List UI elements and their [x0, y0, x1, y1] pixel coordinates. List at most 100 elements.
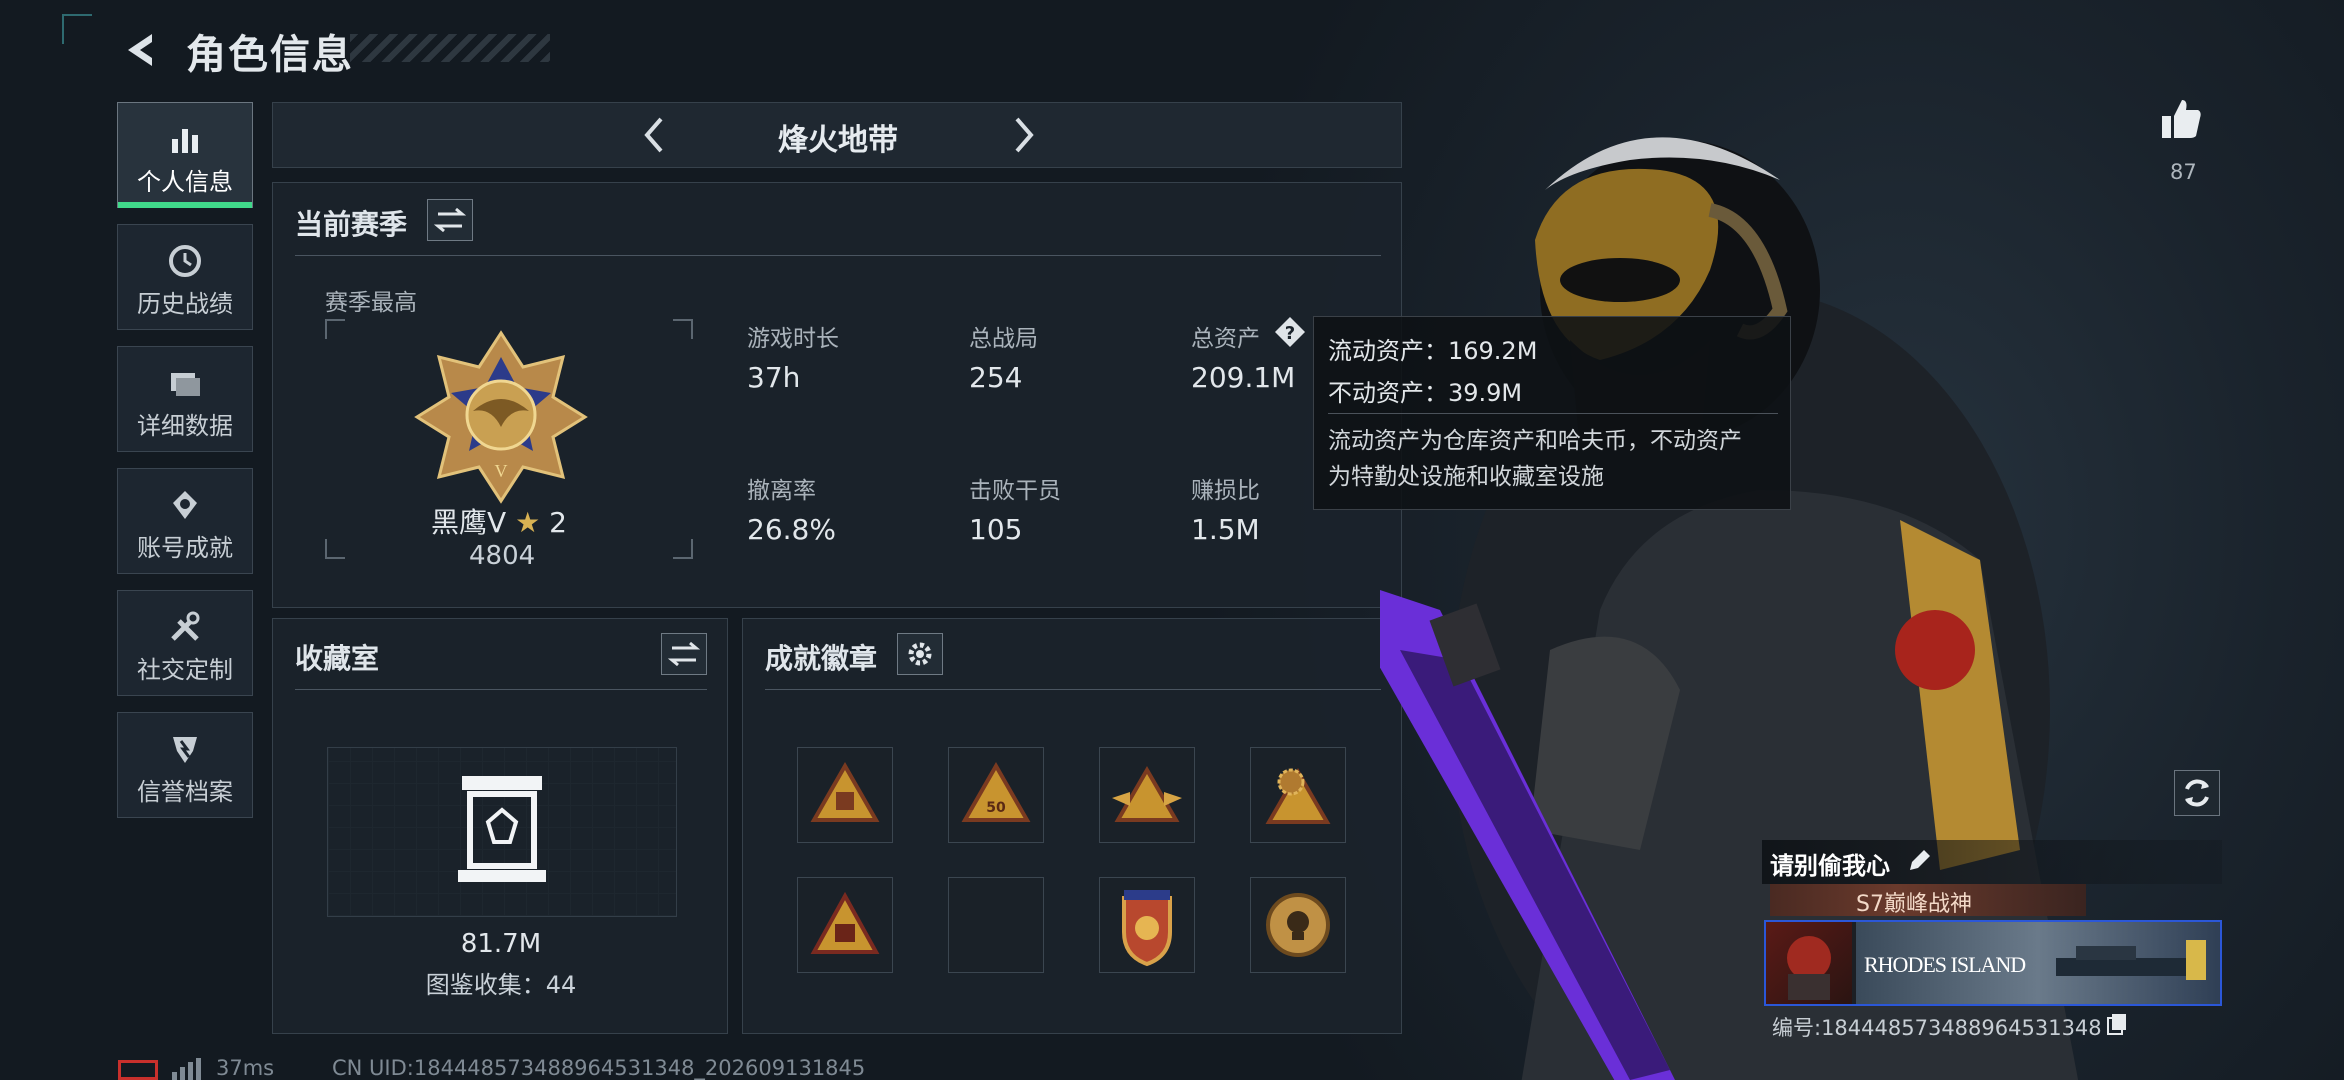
gear-icon [908, 642, 932, 666]
rank-row: 黑鹰V ★ 2 [431, 501, 567, 541]
winged-pyramid-badge-icon [1112, 766, 1182, 822]
pyramid-badge-icon [810, 761, 880, 822]
sidebar-item-label: 历史战绩 [137, 290, 233, 318]
shield-icon [173, 737, 197, 763]
shield-crest-badge-icon [1122, 890, 1172, 967]
tooltip-fixed-assets: 不动资产：39.9M [1328, 379, 1523, 407]
player-name: 请别偷我心 [1770, 852, 1890, 880]
badge-slot[interactable] [1250, 877, 1346, 973]
next-mode-chevron-right-icon[interactable] [1001, 113, 1045, 157]
divider [1328, 413, 1778, 414]
sidebar-item-label: 详细数据 [137, 412, 233, 440]
title-decoration [350, 34, 550, 62]
tooltip-desc-line1: 流动资产为仓库资产和哈夫币，不动资产 [1328, 428, 1742, 454]
swap-icon [433, 207, 467, 233]
frame-corner [673, 319, 693, 339]
achievement-icon [173, 491, 197, 519]
collection-room-card[interactable] [327, 747, 677, 917]
svg-text:V: V [495, 461, 508, 481]
player-name-row: 请别偷我心 [1762, 840, 2222, 884]
mode-tabbar: 烽火地带 [272, 102, 1402, 168]
player-avatar [1766, 922, 1852, 1004]
badge-slot[interactable]: 50 [948, 747, 1044, 843]
banner-title: S7巅峰战神 [1856, 892, 1972, 917]
collection-panel: 收藏室 81.7M 图鉴收集：44 [272, 618, 728, 1034]
badge-slot[interactable] [1099, 877, 1195, 973]
player-name-card[interactable]: RHODES ISLAND [1764, 920, 2222, 1006]
stat-label: 赚损比 [1191, 478, 1260, 504]
divider [295, 689, 707, 690]
tooltip-liquid-assets: 流动资产：169.2M [1328, 337, 1538, 365]
sidebar-item-details[interactable]: 详细数据 [117, 346, 253, 452]
frame-corner [325, 319, 345, 339]
collection-swap-button[interactable] [661, 633, 707, 675]
stat-label: 击败干员 [969, 478, 1061, 504]
collection-title: 收藏室 [295, 642, 380, 675]
stat-label: 撤离率 [747, 478, 816, 504]
tools-icon [171, 611, 200, 641]
swap-icon [667, 641, 701, 667]
assets-tooltip: 流动资产：169.2M 不动资产：39.9M 流动资产为仓库资产和哈夫币，不动资… [1313, 316, 1791, 510]
season-swap-button[interactable] [427, 199, 473, 241]
rank-name: 黑鹰V [431, 506, 507, 539]
card-art: RHODES ISLAND [1856, 922, 2220, 1004]
vault-pyramid-badge-icon [810, 891, 880, 954]
sidebar-item-label: 个人信息 [137, 168, 233, 196]
badges-panel: 成就徽章 50 [742, 618, 1402, 1034]
display-case-icon [458, 776, 546, 882]
pyramid-50-badge-icon: 50 [961, 761, 1031, 822]
badge-slot[interactable] [797, 877, 893, 973]
sidebar-item-label: 账号成就 [137, 534, 233, 562]
star-icon: ★ [515, 506, 541, 539]
stat-label: 总战局 [969, 326, 1038, 352]
rotate-button[interactable] [2174, 770, 2220, 816]
signal-icon [172, 1058, 201, 1080]
stat-label: 总资产 [1191, 326, 1260, 352]
edit-pencil-icon[interactable] [1906, 848, 1932, 874]
player-id: 编号:18444857348896453134​8 [1772, 1016, 2102, 1040]
svg-text:?: ? [1285, 323, 1295, 344]
help-icon[interactable]: ? [1273, 315, 1307, 349]
thumbs-up-icon[interactable] [2158, 96, 2204, 142]
badge-slot[interactable] [1250, 747, 1346, 843]
like-count: 87 [2170, 160, 2197, 184]
battery-icon [118, 1060, 158, 1080]
clock-icon [169, 245, 201, 277]
tooltip-desc-line2: 为特勤处设施和收藏室设施 [1328, 464, 1604, 490]
sidebar-item-personal-info[interactable]: 个人信息 [117, 102, 253, 208]
stat-value: 209.1M [1191, 361, 1296, 394]
divider [765, 689, 1381, 690]
badge-slot[interactable] [797, 747, 893, 843]
stat-value: 105 [969, 513, 1023, 546]
badges-title: 成就徽章 [765, 642, 878, 675]
rank-stars: 2 [549, 506, 567, 539]
black-hawk-rank-emblem-icon: V [414, 330, 588, 504]
sidebar-item-social[interactable]: 社交定制 [117, 590, 253, 696]
badge-slot-empty[interactable] [948, 877, 1044, 973]
divider [295, 255, 1381, 256]
collection-value: 81.7M [460, 929, 542, 959]
season-title: 当前赛季 [295, 208, 408, 241]
sidebar-item-credit[interactable]: 信誉档案 [117, 712, 253, 818]
sidebar-item-label: 社交定制 [137, 656, 233, 684]
badge-settings-button[interactable] [897, 633, 943, 675]
svg-text:50: 50 [986, 800, 1006, 816]
frame-corner [673, 539, 693, 559]
gear-pyramid-badge-icon [1265, 768, 1331, 824]
folder-icon [171, 373, 200, 396]
stat-value: 26.8% [747, 513, 836, 546]
skull-coin-badge-icon [1266, 893, 1330, 957]
stat-value: 1.5M [1191, 513, 1260, 546]
badge-slot[interactable] [1099, 747, 1195, 843]
refresh-icon [2185, 779, 2209, 807]
sidebar-item-achievements[interactable]: 账号成就 [117, 468, 253, 574]
rank-score: 4804 [469, 541, 536, 571]
back-arrow-icon[interactable] [118, 28, 162, 72]
title-banner: S7巅峰战神 [1770, 884, 2086, 917]
stat-value: 254 [969, 361, 1023, 394]
card-text: RHODES ISLAND [1864, 952, 2026, 977]
copy-icon[interactable] [2106, 1012, 2128, 1036]
stat-label: 游戏时长 [747, 326, 839, 352]
sidebar-item-history[interactable]: 历史战绩 [117, 224, 253, 330]
corner-decoration [62, 14, 92, 44]
